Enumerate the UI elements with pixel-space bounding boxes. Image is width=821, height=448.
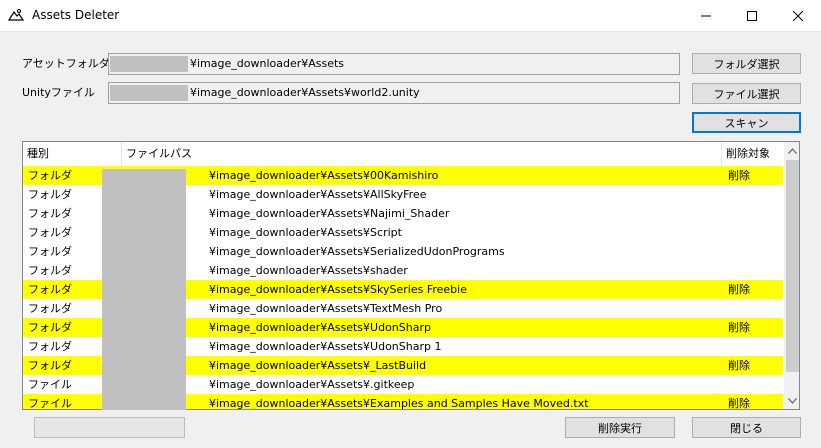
row-kind: フォルダ [28, 207, 72, 220]
file-select-button[interactable]: ファイル選択 [692, 83, 801, 104]
row-kind: フォルダ [28, 169, 72, 182]
scrollbar-thumb[interactable] [786, 160, 799, 372]
close-button[interactable]: 閉じる [692, 417, 801, 438]
asset-folder-value: ¥image_downloader¥Assets [190, 57, 345, 70]
title-bar[interactable]: Assets Deleter [0, 0, 821, 32]
row-kind: フォルダ [28, 188, 72, 201]
chevron-up-icon [788, 147, 797, 154]
row-kind: ファイル [28, 378, 72, 391]
row-path: ¥image_downloader¥Assets¥TextMesh Pro [209, 302, 443, 315]
row-path: ¥image_downloader¥Assets¥00Kamishiro [209, 169, 439, 182]
column-header-delete[interactable]: 削除対象 [722, 142, 783, 166]
list-header: 種別 ファイルパス 削除対象 [23, 142, 783, 166]
row-path: ¥image_downloader¥Assets¥UdonSharp [209, 321, 431, 334]
app-icon [8, 9, 24, 21]
row-path: ¥image_downloader¥Assets¥UdonSharp 1 [209, 340, 442, 353]
row-path: ¥image_downloader¥Assets¥shader [209, 264, 408, 277]
row-delete-flag: 削除 [728, 359, 750, 372]
column-header-kind[interactable]: 種別 [23, 142, 122, 166]
row-path: ¥image_downloader¥Assets¥SkySeries Freeb… [209, 283, 467, 296]
row-kind: フォルダ [28, 321, 72, 334]
maximize-icon [747, 10, 757, 21]
vertical-scrollbar[interactable] [784, 142, 799, 409]
row-kind: フォルダ [28, 245, 72, 258]
row-delete-flag: 削除 [728, 169, 750, 182]
row-kind: フォルダ [28, 264, 72, 277]
status-progress-bar [34, 417, 185, 438]
scroll-up-button[interactable] [784, 142, 799, 159]
scroll-down-button[interactable] [784, 392, 799, 409]
row-delete-flag: 削除 [728, 321, 750, 334]
row-path: ¥image_downloader¥Assets¥SerializedUdonP… [209, 245, 505, 258]
row-path: ¥image_downloader¥Assets¥_LastBuild [209, 359, 427, 372]
asset-folder-label: アセットフォルダ [22, 57, 110, 70]
row-path: ¥image_downloader¥Assets¥Najimi_Shader [209, 207, 450, 220]
delete-execute-button[interactable]: 削除実行 [565, 417, 675, 438]
row-kind: ファイル [28, 397, 72, 410]
folder-select-button[interactable]: フォルダ選択 [692, 53, 801, 74]
row-kind: フォルダ [28, 226, 72, 239]
window-title: Assets Deleter [32, 8, 120, 22]
row-delete-flag: 削除 [728, 397, 750, 410]
unity-file-label: Unityファイル [22, 86, 95, 99]
row-kind: フォルダ [28, 359, 72, 372]
scan-button[interactable]: スキャン [692, 112, 801, 133]
unity-file-field[interactable]: ¥image_downloader¥Assets¥world2.unity [108, 82, 680, 104]
column-header-path[interactable]: ファイルパス [122, 142, 722, 166]
redacted-region [110, 56, 188, 72]
row-kind: フォルダ [28, 340, 72, 353]
close-window-button[interactable] [775, 0, 821, 31]
row-kind: フォルダ [28, 302, 72, 315]
redacted-region [110, 85, 188, 101]
unity-file-value: ¥image_downloader¥Assets¥world2.unity [190, 86, 420, 99]
minimize-button[interactable] [683, 0, 729, 31]
minimize-icon [701, 15, 711, 16]
row-path: ¥image_downloader¥Assets¥Script [209, 226, 402, 239]
row-path: ¥image_downloader¥Assets¥AllSkyFree [209, 188, 427, 201]
asset-folder-field[interactable]: ¥image_downloader¥Assets [108, 53, 680, 75]
row-delete-flag: 削除 [728, 283, 750, 296]
row-kind: フォルダ [28, 283, 72, 296]
maximize-button[interactable] [729, 0, 775, 31]
row-path: ¥image_downloader¥Assets¥Examples and Sa… [209, 397, 589, 410]
chevron-down-icon [788, 397, 797, 404]
redacted-region [102, 169, 186, 410]
close-icon [793, 10, 803, 21]
row-path: ¥image_downloader¥Assets¥.gitkeep [209, 378, 415, 391]
